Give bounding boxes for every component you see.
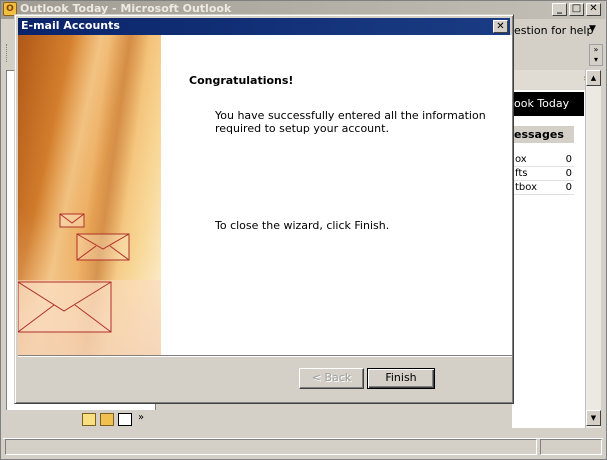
dialog-title-bar[interactable]: E-mail Accounts ✕ [18,18,510,35]
dialog-title: E-mail Accounts [21,19,120,32]
scroll-down-icon[interactable]: ▼ [586,410,601,426]
wizard-page: Congratulations! You have successfully e… [18,35,512,355]
message-folder-count: 0 [565,154,572,165]
envelope-medium-icon [76,233,130,261]
toolbar-overflow-icon[interactable]: » ▾ [589,44,603,66]
message-folder-count: 0 [565,182,572,193]
toolbar-grip[interactable] [6,44,9,62]
wizard-banner-image [18,35,161,355]
minimize-icon[interactable]: _ [552,3,567,16]
folder-icon[interactable] [100,413,114,426]
envelope-large-icon [18,281,112,333]
finish-button[interactable]: Finish [367,368,435,389]
finish-instruction: To close the wizard, click Finish. [215,219,390,232]
status-bar-section [540,439,602,455]
maximize-icon[interactable]: □ [569,3,584,16]
success-message: You have successfully entered all the in… [215,109,486,135]
outlook-today-pane [512,70,596,428]
button-divider [18,355,512,357]
notes-icon[interactable] [82,413,96,426]
chevron-down-icon[interactable]: ▼ [589,24,596,34]
envelope-icons [18,213,130,333]
email-accounts-dialog: E-mail Accounts ✕ Congratulations! You h… [14,14,514,404]
wizard-heading: Congratulations! [189,74,294,87]
shortcut-icon[interactable] [118,413,132,426]
message-folder-row[interactable]: fts 0 [512,167,574,181]
outlook-close-icon[interactable]: ✕ [586,3,601,16]
wizard-content: Congratulations! You have successfully e… [161,35,512,355]
message-folder-row[interactable]: tbox 0 [512,181,574,195]
messages-heading: essages [512,126,574,143]
navigation-button-strip [6,410,156,430]
outlook-today-banner: ook Today [512,92,584,116]
message-folder-name: fts [515,168,528,179]
help-question-box[interactable]: estion for help [514,24,593,37]
message-folder-count: 0 [565,168,572,179]
envelope-small-icon [59,213,85,228]
vertical-scrollbar[interactable]: ▲ ▼ [585,70,601,428]
close-icon[interactable]: ✕ [493,20,508,33]
message-folder-name: ox [515,154,527,165]
scroll-up-icon[interactable]: ▲ [586,70,601,86]
configure-buttons-icon[interactable]: » [138,412,144,423]
status-bar-section [5,439,537,455]
message-folder-row[interactable]: ox 0 [512,153,574,167]
message-folder-name: tbox [515,182,537,193]
back-button[interactable]: < Back [299,368,364,389]
